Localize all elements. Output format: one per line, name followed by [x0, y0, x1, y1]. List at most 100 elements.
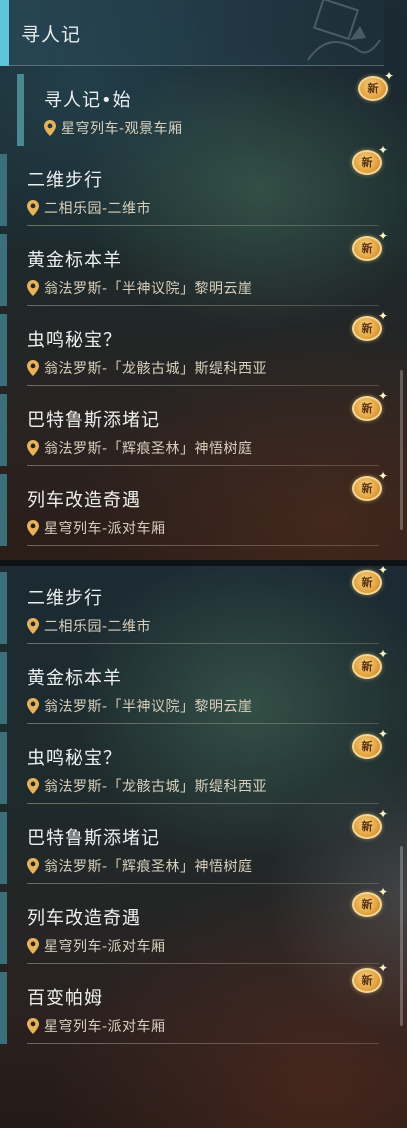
location-text: 星穹列车-观景车厢 [61, 121, 183, 137]
new-badge: 新 ✦ [358, 70, 394, 102]
location-pin-icon [27, 618, 39, 634]
quest-title: 虫鸣秘宝？ [27, 330, 122, 351]
location-pin-icon [27, 698, 39, 714]
sparkle-icon: ✦ [383, 69, 394, 83]
scrollbar-thumb[interactable] [400, 370, 403, 530]
location-text: 翁法罗斯-「辉痕圣林」神悟树庭 [44, 859, 253, 875]
new-badge: 新 ✦ [352, 470, 388, 502]
quest-location: 二相乐园-二维市 [27, 616, 151, 636]
location-pin-icon [27, 360, 39, 376]
location-text: 星穹列车-派对车厢 [44, 1019, 166, 1035]
item-stripe [0, 474, 7, 546]
quest-location: 翁法罗斯-「龙骸古城」斯缇科西亚 [27, 776, 267, 796]
quest-item[interactable]: 巴特鲁斯添堵记 翁法罗斯-「辉痕圣林」神悟树庭 新 ✦ [0, 390, 388, 466]
quest-location: 二相乐园-二维市 [27, 198, 151, 218]
item-divider [27, 1043, 379, 1044]
quest-location: 翁法罗斯-「半神议院」黎明云崖 [27, 696, 253, 716]
location-pin-icon [27, 200, 39, 216]
scrollbar-thumb[interactable] [400, 846, 403, 1026]
location-text: 翁法罗斯-「龙骸古城」斯缇科西亚 [44, 779, 268, 795]
quest-location: 星穹列车-派对车厢 [27, 1016, 166, 1036]
sparkle-icon: ✦ [377, 143, 388, 157]
new-badge: 新 ✦ [352, 310, 388, 342]
quest-title: 巴特鲁斯添堵记 [27, 828, 160, 849]
item-divider [27, 545, 379, 546]
item-divider [27, 723, 379, 724]
new-badge: 新 ✦ [352, 566, 388, 596]
quest-item[interactable]: 二维步行 二相乐园-二维市 新 ✦ [0, 144, 388, 226]
item-divider [27, 883, 379, 884]
quest-location: 星穹列车-派对车厢 [27, 936, 166, 956]
location-pin-icon [27, 520, 39, 536]
item-divider [27, 225, 379, 226]
quest-list-panel-bottom: 二维步行 二相乐园-二维市 新 ✦ 黄金标本羊 翁法罗斯-「半神议院」黎明云崖 新… [0, 566, 407, 1128]
quest-item-selected[interactable]: 寻人记•始 星穹列车-观景车厢 新 ✦ [0, 70, 394, 146]
quest-title: 二维步行 [27, 170, 103, 191]
quest-location: 星穹列车-观景车厢 [44, 118, 183, 138]
quest-item[interactable]: 巴特鲁斯添堵记 翁法罗斯-「辉痕圣林」神悟树庭 新 ✦ [0, 808, 388, 884]
quest-item[interactable]: 虫鸣秘宝？ 翁法罗斯-「龙骸古城」斯缇科西亚 新 ✦ [0, 728, 388, 804]
new-badge: 新 ✦ [352, 886, 388, 918]
location-text: 星穹列车-派对车厢 [44, 521, 166, 537]
quest-title: 寻人记•始 [44, 90, 132, 111]
item-stripe [0, 394, 7, 466]
item-divider [27, 643, 379, 644]
item-stripe [0, 732, 7, 804]
location-pin-icon [27, 858, 39, 874]
location-text: 翁法罗斯-「辉痕圣林」神悟树庭 [44, 441, 253, 457]
quest-title: 黄金标本羊 [27, 250, 122, 271]
item-stripe [0, 154, 7, 226]
quest-item[interactable]: 虫鸣秘宝？ 翁法罗斯-「龙骸古城」斯缇科西亚 新 ✦ [0, 310, 388, 386]
quest-title: 虫鸣秘宝？ [27, 748, 122, 769]
item-divider [27, 305, 379, 306]
item-stripe [0, 572, 7, 644]
quest-title: 列车改造奇遇 [27, 908, 141, 929]
location-pin-icon [27, 938, 39, 954]
sparkle-icon: ✦ [377, 229, 388, 243]
new-badge: 新 ✦ [352, 144, 388, 176]
new-badge: 新 ✦ [352, 728, 388, 760]
item-stripe [0, 652, 7, 724]
location-text: 二相乐园-二维市 [44, 201, 152, 217]
quest-location: 星穹列车-派对车厢 [27, 518, 166, 538]
item-divider [27, 385, 379, 386]
new-badge: 新 ✦ [352, 230, 388, 262]
quest-title: 二维步行 [27, 588, 103, 609]
header-accent-bar [0, 0, 9, 66]
quest-location: 翁法罗斯-「辉痕圣林」神悟树庭 [27, 856, 253, 876]
category-title: 寻人记 [21, 24, 82, 46]
new-badge: 新 ✦ [352, 390, 388, 422]
quest-item[interactable]: 二维步行 二相乐园-二维市 新 ✦ [0, 566, 388, 644]
quest-location: 翁法罗斯-「半神议院」黎明云崖 [27, 278, 253, 298]
sparkle-icon: ✦ [377, 566, 388, 577]
location-pin-icon [27, 440, 39, 456]
new-badge: 新 ✦ [352, 962, 388, 994]
item-divider [27, 803, 379, 804]
item-stripe [0, 892, 7, 964]
location-pin-icon [27, 1018, 39, 1034]
quest-item[interactable]: 百变帕姆 星穹列车-派对车厢 新 ✦ [0, 962, 388, 1044]
quest-location: 翁法罗斯-「龙骸古城」斯缇科西亚 [27, 358, 267, 378]
sparkle-icon: ✦ [377, 469, 388, 483]
quest-title: 百变帕姆 [27, 988, 103, 1009]
quest-location: 翁法罗斯-「辉痕圣林」神悟树庭 [27, 438, 253, 458]
location-pin-icon [27, 778, 39, 794]
quest-item[interactable]: 黄金标本羊 翁法罗斯-「半神议院」黎明云崖 新 ✦ [0, 230, 388, 306]
selected-indicator [17, 74, 24, 146]
quest-item[interactable]: 黄金标本羊 翁法罗斯-「半神议院」黎明云崖 新 ✦ [0, 648, 388, 724]
new-badge: 新 ✦ [352, 648, 388, 680]
item-stripe [0, 314, 7, 386]
quest-title: 巴特鲁斯添堵记 [27, 410, 160, 431]
location-pin-icon [27, 280, 39, 296]
quest-item[interactable]: 列车改造奇遇 星穹列车-派对车厢 新 ✦ [0, 470, 388, 546]
item-divider [27, 465, 379, 466]
item-stripe [0, 234, 7, 306]
sparkle-icon: ✦ [377, 647, 388, 661]
sparkle-icon: ✦ [377, 885, 388, 899]
category-header[interactable]: 寻人记 [0, 0, 384, 66]
location-pin-icon [44, 120, 56, 136]
sparkle-icon: ✦ [377, 309, 388, 323]
quest-title: 列车改造奇遇 [27, 490, 141, 511]
location-text: 星穹列车-派对车厢 [44, 939, 166, 955]
quest-item[interactable]: 列车改造奇遇 星穹列车-派对车厢 新 ✦ [0, 886, 388, 964]
